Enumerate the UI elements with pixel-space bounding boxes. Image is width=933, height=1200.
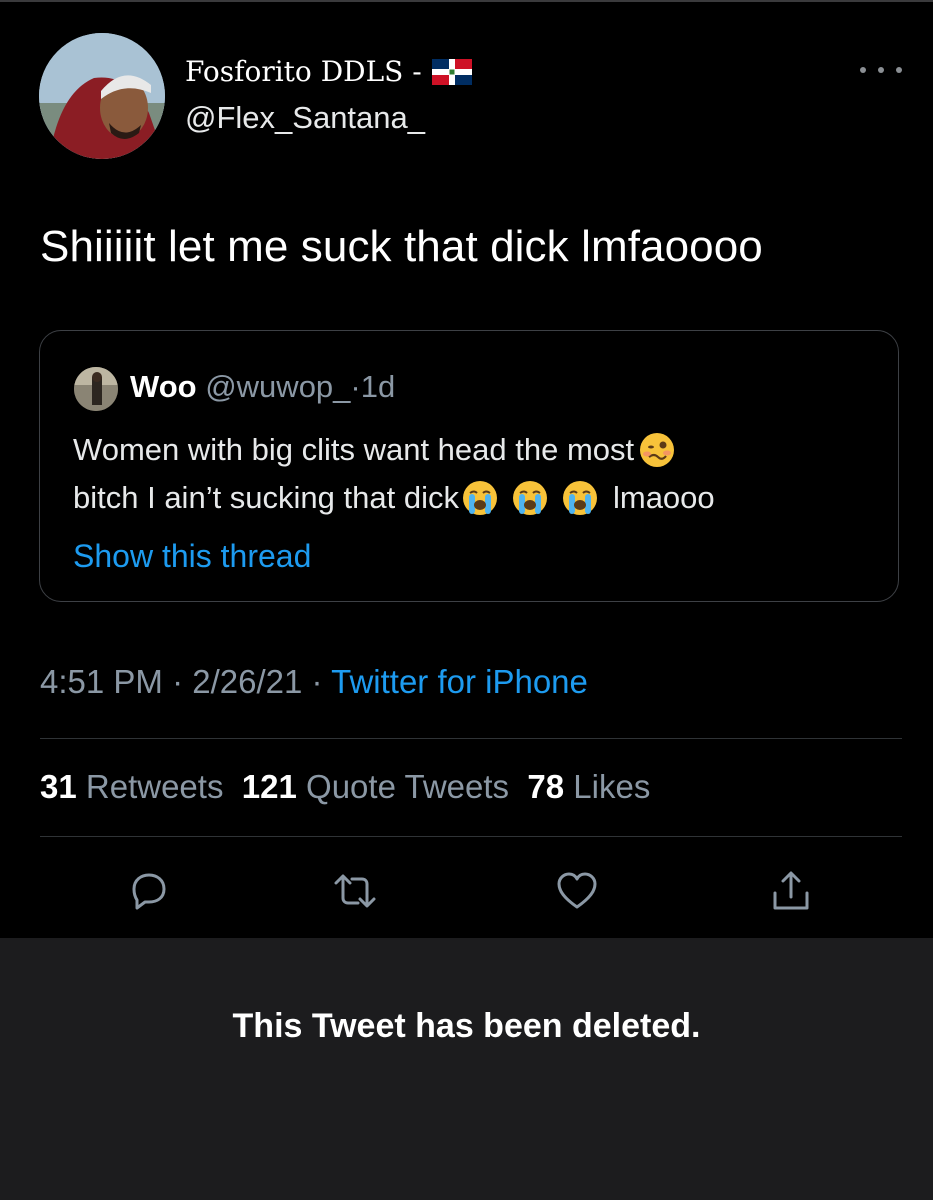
tweet-meta: 4:51 PM · 2/26/21 · Twitter for iPhone: [40, 663, 588, 701]
likes-stat[interactable]: 78 Likes: [527, 768, 650, 805]
retweets-label: Retweets: [85, 768, 224, 805]
author-avatar[interactable]: [39, 33, 165, 159]
tweet-text: Shiiiiit let me suck that dick lmfaoooo: [40, 222, 763, 271]
quoted-text-2: bitch I ain’t sucking that dick: [73, 480, 459, 515]
loudly-crying-face-emoji-icon: [461, 479, 499, 517]
woozy-face-emoji-icon: [638, 431, 676, 469]
top-divider: [0, 0, 933, 2]
tweet-source-link[interactable]: Twitter for iPhone: [331, 663, 588, 700]
quoted-text-suffix: lmaooo: [612, 480, 715, 515]
quoted-header: Woo @wuwop_·1d: [130, 369, 395, 405]
dot: [860, 67, 866, 73]
divider: [40, 836, 902, 837]
quoted-tweet-card[interactable]: Woo @wuwop_·1d Women with big clits want…: [39, 330, 899, 602]
quoted-author-name: Woo: [130, 369, 197, 404]
tweet-stats: 31 Retweets 121 Quote Tweets 78 Likes: [40, 768, 650, 806]
quoted-text-1: Women with big clits want head the most: [73, 432, 635, 467]
retweet-icon[interactable]: [332, 868, 378, 914]
quoted-author-avatar: [74, 367, 118, 411]
quotes-count: 121: [241, 768, 297, 805]
likes-label: Likes: [573, 768, 651, 805]
quoted-time: 1d: [360, 369, 396, 404]
share-icon[interactable]: [768, 868, 814, 914]
dominican-republic-flag-icon: [431, 58, 472, 85]
like-icon[interactable]: [554, 868, 600, 914]
deleted-tweet-notice: This Tweet has been deleted.: [232, 1007, 701, 1045]
quoted-text-line-1: Women with big clits want head the most: [73, 431, 676, 469]
dot: [878, 67, 884, 73]
more-options-icon[interactable]: [860, 58, 902, 82]
retweets-stat[interactable]: 31 Retweets: [40, 768, 223, 805]
quotes-label: Quote Tweets: [306, 768, 510, 805]
quoted-author-handle: @wuwop_: [205, 369, 351, 404]
likes-count: 78: [527, 768, 565, 805]
meta-separator: ·: [172, 663, 184, 700]
loudly-crying-face-emoji-icon: [511, 479, 549, 517]
quoted-separator: ·: [350, 369, 361, 404]
author-handle[interactable]: @Flex_Santana_: [185, 100, 425, 136]
meta-separator: ·: [311, 663, 323, 700]
retweets-count: 31: [40, 768, 77, 805]
dot: [896, 67, 902, 73]
reply-icon[interactable]: [126, 868, 172, 914]
loudly-crying-face-emoji-icon: [561, 479, 599, 517]
author-name-text: Fosforito DDLS -: [185, 55, 422, 88]
deleted-tweet-panel: [0, 938, 933, 1200]
show-thread-link[interactable]: Show this thread: [73, 538, 311, 575]
divider: [40, 738, 902, 739]
author-display-name[interactable]: Fosforito DDLS -: [185, 55, 472, 88]
quote-tweets-stat[interactable]: 121 Quote Tweets: [242, 768, 509, 805]
quoted-text-line-2: bitch I ain’t sucking that dick lmaooo: [73, 479, 715, 517]
tweet-time: 4:51 PM: [40, 663, 163, 700]
tweet-date[interactable]: 2/26/21: [192, 663, 302, 700]
